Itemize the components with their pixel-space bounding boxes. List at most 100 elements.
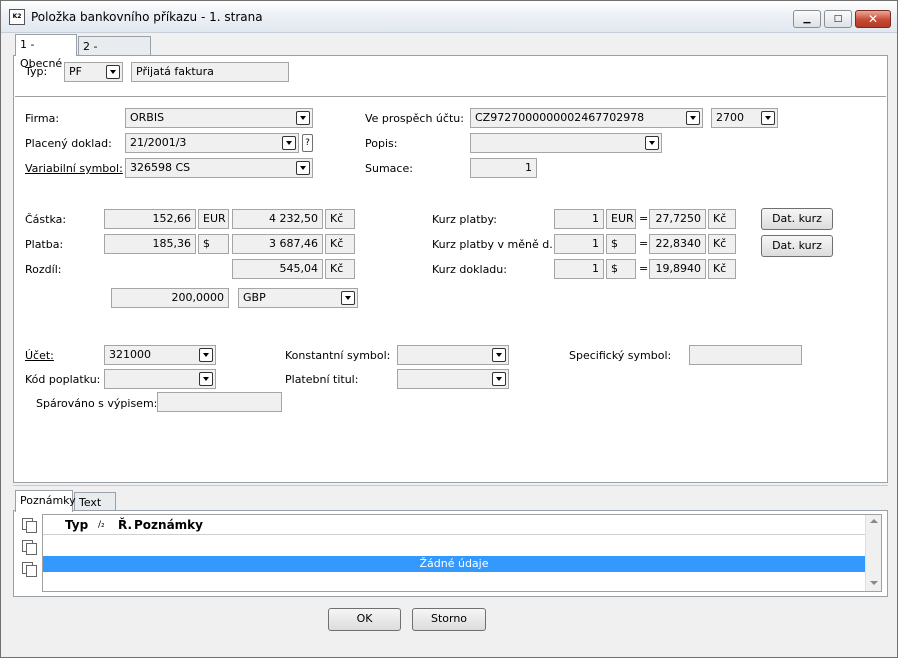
sumace-label: Sumace:	[365, 162, 413, 175]
notes-grid-header: Typ /₂ Ř. Poznámky	[43, 515, 865, 535]
close-button[interactable]: ✕	[855, 10, 891, 28]
sumace-field: 1	[470, 158, 537, 178]
kurz-platby-eq: =	[639, 212, 649, 225]
ve-prospech-value: CZ9727000000002467702978	[475, 111, 645, 124]
title-bar[interactable]: K2 Položka bankovního příkazu - 1. stran…	[1, 1, 897, 33]
kurz-platby-mene-qty: 1	[554, 234, 604, 254]
typ-combo[interactable]: PF	[64, 62, 123, 82]
column-typ[interactable]: Typ	[65, 518, 88, 532]
platebni-titul-combo[interactable]	[397, 369, 509, 389]
tab-zahranicni[interactable]: 2 - Zahraniční	[78, 36, 151, 72]
rozdil-local: 545,04	[232, 259, 323, 279]
column-poznamky[interactable]: Poznámky	[134, 518, 203, 532]
scroll-down-icon[interactable]	[870, 581, 878, 585]
storno-button[interactable]: Storno	[412, 608, 486, 631]
kurz-platby-mene-label: Kurz platby v měně d.:	[432, 238, 557, 251]
kurz-platby-rate: 27,7250	[649, 209, 706, 229]
castka-currency: EUR	[198, 209, 229, 229]
extra-currency-combo[interactable]: GBP	[238, 288, 358, 308]
column-r[interactable]: Ř.	[118, 518, 132, 532]
chevron-down-icon[interactable]	[199, 348, 213, 362]
maximize-button[interactable]: □	[824, 10, 852, 28]
sparovano-label: Spárováno s výpisem:	[36, 397, 158, 410]
ve-prospech-label: Ve prospěch účtu:	[365, 112, 464, 125]
notes-grid[interactable]: Typ /₂ Ř. Poznámky Žádné údaje	[42, 514, 882, 592]
chevron-down-icon[interactable]	[199, 372, 213, 386]
firma-combo[interactable]: ORBIS	[125, 108, 313, 128]
platebni-titul-label: Platební titul:	[285, 373, 359, 386]
extra-value: 200,0000	[111, 288, 229, 308]
help-button[interactable]: ?	[302, 134, 313, 152]
notes-scrollbar[interactable]	[865, 515, 881, 591]
chevron-down-icon[interactable]	[296, 111, 310, 125]
chevron-down-icon[interactable]	[645, 136, 659, 150]
kurz-platby-rate-currency: Kč	[708, 209, 736, 229]
chevron-down-icon[interactable]	[296, 161, 310, 175]
firma-label: Firma:	[25, 112, 60, 125]
specificky-symbol-label: Specifický symbol:	[569, 349, 672, 362]
ucet-value: 321000	[109, 348, 151, 361]
tab-text[interactable]: Text	[74, 492, 116, 512]
kurz-dokladu-eq: =	[639, 262, 649, 275]
chevron-down-icon[interactable]	[761, 111, 775, 125]
platba-currency: $	[198, 234, 229, 254]
ucet-combo[interactable]: 321000	[104, 345, 216, 365]
ucet-label: Účet:	[25, 349, 54, 362]
kurz-platby-mene-rate-currency: Kč	[708, 234, 736, 254]
extra-currency-value: GBP	[243, 291, 266, 304]
popis-combo[interactable]	[470, 133, 662, 153]
separator	[13, 485, 888, 486]
edit-note-icon[interactable]	[22, 540, 37, 555]
kurz-dokladu-rate: 19,8940	[649, 259, 706, 279]
scroll-up-icon[interactable]	[870, 519, 878, 523]
konstantni-symbol-combo[interactable]	[397, 345, 509, 365]
kod-poplatku-label: Kód poplatku:	[25, 373, 101, 386]
popis-label: Popis:	[365, 137, 398, 150]
placeny-doklad-combo[interactable]: 21/2001/3	[125, 133, 299, 153]
minimize-button[interactable]: ▁	[793, 10, 821, 28]
chevron-down-icon[interactable]	[282, 136, 296, 150]
typ-name-field: Přijatá faktura	[131, 62, 289, 82]
kod-poplatku-combo[interactable]	[104, 369, 216, 389]
bank-code-value: 2700	[716, 111, 744, 124]
variabilni-symbol-combo[interactable]: 326598 CS	[125, 158, 313, 178]
castka-label: Částka:	[25, 213, 67, 226]
placeny-doklad-value: 21/2001/3	[130, 136, 187, 149]
column-sort[interactable]: /₂	[98, 520, 105, 530]
rozdil-local-currency: Kč	[325, 259, 355, 279]
rozdil-label: Rozdíl:	[25, 263, 62, 276]
dat-kurz-button-2[interactable]: Dat. kurz	[761, 235, 833, 257]
castka-local-currency: Kč	[325, 209, 355, 229]
kurz-platby-label: Kurz platby:	[432, 213, 497, 226]
platba-local-currency: Kč	[325, 234, 355, 254]
kurz-dokladu-rate-currency: Kč	[708, 259, 736, 279]
bank-code-combo[interactable]: 2700	[711, 108, 778, 128]
chevron-down-icon[interactable]	[492, 348, 506, 362]
ok-button[interactable]: OK	[328, 608, 401, 631]
castka-value: 152,66	[104, 209, 196, 229]
dat-kurz-button-1[interactable]: Dat. kurz	[761, 208, 833, 230]
app-icon: K2	[9, 9, 25, 25]
separator	[15, 96, 886, 97]
firma-value: ORBIS	[130, 111, 165, 124]
kurz-platby-currency: EUR	[606, 209, 636, 229]
ve-prospech-combo[interactable]: CZ9727000000002467702978	[470, 108, 703, 128]
platba-local: 3 687,46	[232, 234, 323, 254]
typ-code: PF	[69, 65, 82, 78]
chevron-down-icon[interactable]	[686, 111, 700, 125]
tab-poznamky[interactable]: Poznámky	[15, 490, 76, 512]
chevron-down-icon[interactable]	[341, 291, 355, 305]
kurz-platby-qty: 1	[554, 209, 604, 229]
sparovano-field	[157, 392, 282, 412]
kurz-dokladu-label: Kurz dokladu:	[432, 263, 507, 276]
empty-row[interactable]: Žádné údaje	[43, 556, 865, 572]
kurz-dokladu-qty: 1	[554, 259, 604, 279]
chevron-down-icon[interactable]	[492, 372, 506, 386]
tab-obecne[interactable]: 1 - Obecné	[15, 34, 77, 70]
variabilni-symbol-label: Variabilní symbol:	[25, 162, 123, 175]
chevron-down-icon[interactable]	[106, 65, 120, 79]
kurz-platby-mene-eq: =	[639, 237, 649, 250]
copy-note-icon[interactable]	[22, 562, 37, 577]
dialog-window: K2 Položka bankovního příkazu - 1. stran…	[0, 0, 898, 658]
add-note-icon[interactable]	[22, 518, 37, 533]
